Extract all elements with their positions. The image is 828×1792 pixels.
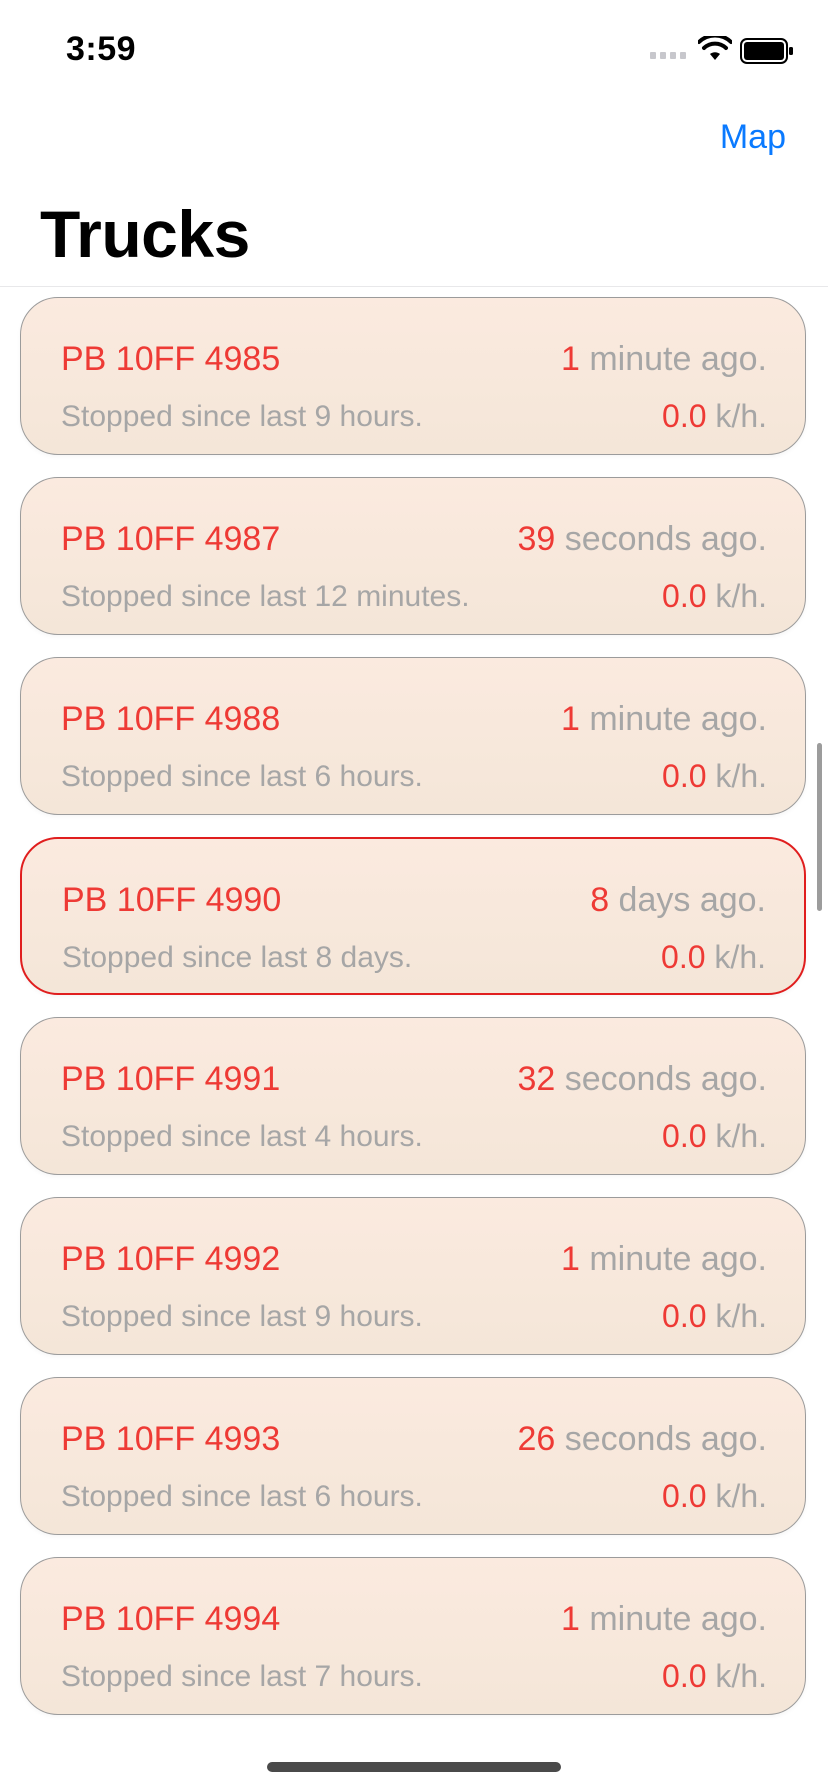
wifi-icon: [698, 36, 732, 60]
scrollbar[interactable]: [817, 743, 822, 911]
stopped-status: Stopped since last 6 hours.: [61, 760, 423, 793]
speed-readout: 0.0 k/h.: [661, 939, 766, 976]
truck-plate: PB 10FF 4991: [61, 1060, 281, 1098]
speed-readout: 0.0 k/h.: [662, 1118, 767, 1155]
cellular-signal-icon: [650, 52, 686, 59]
truck-plate: PB 10FF 4988: [61, 700, 281, 738]
speed-readout: 0.0 k/h.: [662, 758, 767, 795]
list-row: PB 10FF 4993 26 seconds ago. Stopped since…: [0, 1367, 828, 1547]
stopped-status: Stopped since last 12 minutes.: [61, 580, 470, 613]
speed-unit: k/h.: [706, 1478, 767, 1514]
last-update: 39 seconds ago.: [517, 520, 767, 559]
last-update-value: 39: [517, 520, 556, 558]
speed-value: 0.0: [662, 398, 707, 434]
truck-plate: PB 10FF 4985: [61, 340, 281, 378]
speed-readout: 0.0 k/h.: [662, 1298, 767, 1335]
speed-unit: k/h.: [706, 758, 767, 794]
last-update: 1 minute ago.: [561, 700, 767, 739]
speed-value: 0.0: [662, 758, 707, 794]
speed-readout: 0.0 k/h.: [662, 1658, 767, 1695]
stopped-status: Stopped since last 7 hours.: [61, 1660, 423, 1693]
last-update: 1 minute ago.: [561, 340, 767, 379]
stopped-status: Stopped since last 6 hours.: [61, 1480, 423, 1513]
last-update: 8 days ago.: [590, 881, 766, 920]
speed-value: 0.0: [662, 578, 707, 614]
last-update-unit: seconds ago.: [555, 520, 767, 558]
speed-value: 0.0: [662, 1658, 707, 1694]
speed-value: 0.0: [662, 1298, 707, 1334]
home-indicator[interactable]: [267, 1762, 561, 1772]
last-update-value: 1: [560, 1600, 580, 1638]
truck-card[interactable]: PB 10FF 4990 8 days ago. Stopped since las…: [20, 837, 806, 995]
truck-plate: PB 10FF 4987: [61, 520, 281, 558]
truck-card[interactable]: PB 10FF 4992 1 minute ago. Stopped since l…: [20, 1197, 806, 1355]
truck-card[interactable]: PB 10FF 4987 39 seconds ago. Stopped since…: [20, 477, 806, 635]
last-update: 32 seconds ago.: [517, 1060, 767, 1099]
last-update: 26 seconds ago.: [517, 1420, 767, 1459]
truck-card[interactable]: PB 10FF 4985 1 minute ago. Stopped since l…: [20, 297, 806, 455]
last-update-value: 1: [560, 340, 580, 378]
status-bar: 3:59: [0, 0, 828, 100]
speed-unit: k/h.: [706, 1658, 767, 1694]
speed-readout: 0.0 k/h.: [662, 578, 767, 615]
page-title: Trucks: [40, 197, 250, 271]
truck-card[interactable]: PB 10FF 4991 32 seconds ago. Stopped since…: [20, 1017, 806, 1175]
truck-list[interactable]: PB 10FF 4985 1 minute ago. Stopped since l…: [0, 286, 828, 1726]
last-update: 1 minute ago.: [561, 1600, 767, 1639]
list-row: PB 10FF 4992 1 minute ago. Stopped since l…: [0, 1187, 828, 1367]
list-row: PB 10FF 4987 39 seconds ago. Stopped since…: [0, 467, 828, 647]
truck-card[interactable]: PB 10FF 4993 26 seconds ago. Stopped since…: [20, 1377, 806, 1535]
truck-plate: PB 10FF 4994: [61, 1600, 281, 1638]
last-update-value: 1: [560, 1240, 580, 1278]
speed-value: 0.0: [661, 939, 706, 975]
speed-unit: k/h.: [706, 578, 767, 614]
stopped-status: Stopped since last 9 hours.: [61, 1300, 423, 1333]
list-row: PB 10FF 4991 32 seconds ago. Stopped since…: [0, 1007, 828, 1187]
speed-unit: k/h.: [705, 939, 766, 975]
truck-card[interactable]: PB 10FF 4994 1 minute ago. Stopped since l…: [20, 1557, 806, 1715]
speed-unit: k/h.: [706, 398, 767, 434]
speed-readout: 0.0 k/h.: [662, 398, 767, 435]
battery-icon: [740, 38, 793, 64]
last-update-unit: days ago.: [609, 881, 766, 919]
list-row: PB 10FF 4985 1 minute ago. Stopped since l…: [0, 287, 828, 467]
speed-unit: k/h.: [706, 1118, 767, 1154]
truck-card[interactable]: PB 10FF 4988 1 minute ago. Stopped since l…: [20, 657, 806, 815]
list-row: PB 10FF 4988 1 minute ago. Stopped since l…: [0, 647, 828, 827]
speed-readout: 0.0 k/h.: [662, 1478, 767, 1515]
last-update-unit: minute ago.: [579, 1600, 767, 1638]
last-update-unit: minute ago.: [579, 700, 767, 738]
list-row: PB 10FF 4994 1 minute ago. Stopped since l…: [0, 1547, 828, 1726]
truck-plate: PB 10FF 4992: [61, 1240, 281, 1278]
truck-plate: PB 10FF 4990: [62, 881, 282, 919]
speed-value: 0.0: [662, 1478, 707, 1514]
last-update-value: 26: [517, 1420, 556, 1458]
last-update-unit: minute ago.: [579, 1240, 767, 1278]
last-update-value: 1: [560, 700, 580, 738]
last-update-unit: seconds ago.: [555, 1060, 767, 1098]
status-time: 3:59: [66, 30, 137, 68]
last-update-value: 8: [590, 881, 610, 919]
truck-plate: PB 10FF 4993: [61, 1420, 281, 1458]
app-screen: 3:59 Map Trucks PB 10FF 4985 1 minute ago…: [0, 0, 828, 1792]
stopped-status: Stopped since last 9 hours.: [61, 400, 423, 433]
speed-unit: k/h.: [706, 1298, 767, 1334]
stopped-status: Stopped since last 4 hours.: [61, 1120, 423, 1153]
speed-value: 0.0: [662, 1118, 707, 1154]
last-update: 1 minute ago.: [561, 1240, 767, 1279]
last-update-value: 32: [517, 1060, 556, 1098]
last-update-unit: seconds ago.: [555, 1420, 767, 1458]
stopped-status: Stopped since last 8 days.: [62, 941, 413, 974]
list-row: PB 10FF 4990 8 days ago. Stopped since las…: [0, 827, 828, 1007]
last-update-unit: minute ago.: [579, 340, 767, 378]
map-button[interactable]: Map: [720, 118, 786, 157]
